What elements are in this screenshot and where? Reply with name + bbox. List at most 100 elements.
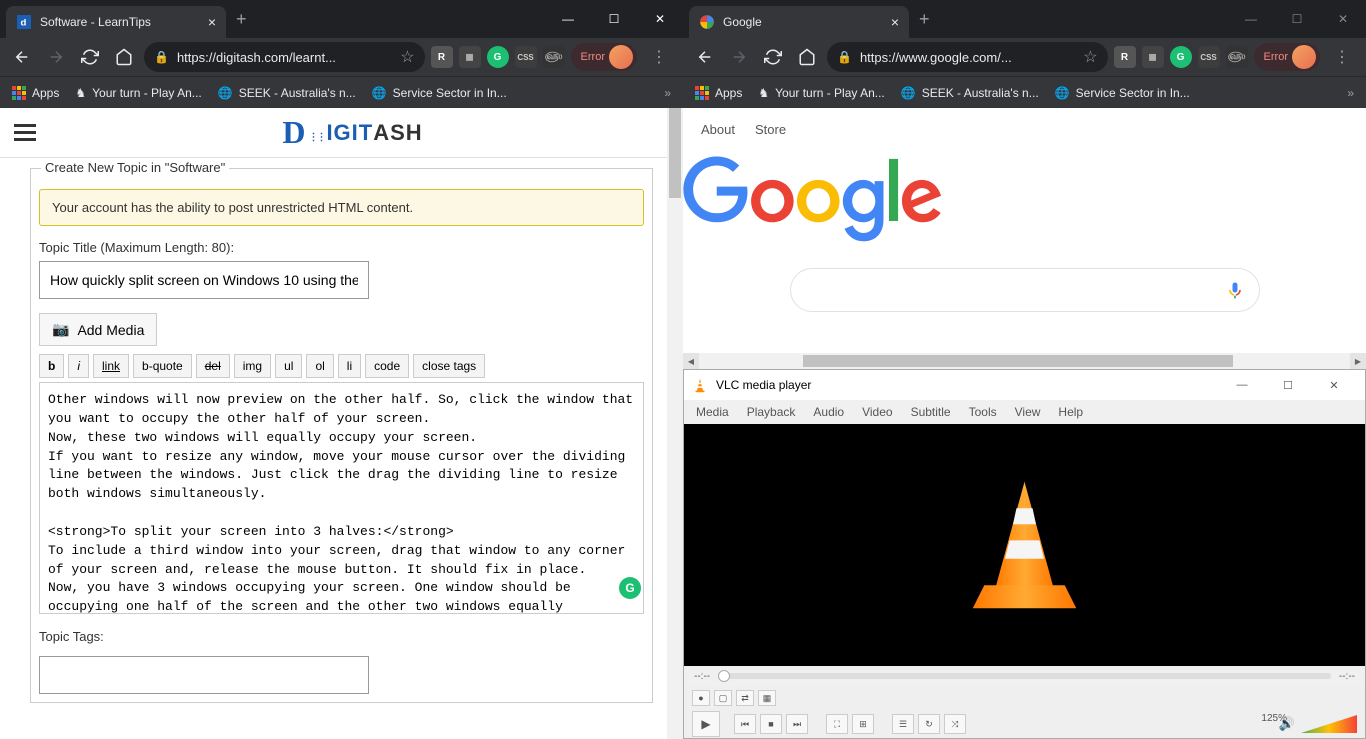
- back-button[interactable]: [691, 43, 719, 71]
- google-search-box[interactable]: [790, 268, 1260, 312]
- loop-button[interactable]: ↻: [918, 714, 940, 734]
- qt-li[interactable]: li: [338, 354, 361, 378]
- bookmark-item-1[interactable]: ♞Your turn - Play An...: [75, 86, 201, 100]
- qt-del[interactable]: del: [196, 354, 230, 378]
- google-about-link[interactable]: About: [701, 122, 735, 137]
- grammarly-badge-icon[interactable]: G: [619, 577, 641, 599]
- chrome-menu-button[interactable]: ⋮: [1326, 47, 1358, 67]
- home-button[interactable]: [793, 43, 821, 71]
- grammarly-icon[interactable]: G: [487, 46, 509, 68]
- qt-bquote[interactable]: b-quote: [133, 354, 192, 378]
- menu-video[interactable]: Video: [862, 405, 892, 419]
- scrollbar-thumb[interactable]: [669, 108, 681, 198]
- bookmark-star-icon[interactable]: ☆: [400, 47, 414, 67]
- bookmark-apps[interactable]: Apps: [695, 86, 742, 100]
- qt-code[interactable]: code: [365, 354, 409, 378]
- chrome-menu-button[interactable]: ⋮: [643, 47, 675, 67]
- fullscreen-button[interactable]: ⛶: [826, 714, 848, 734]
- minimize-button[interactable]: —: [545, 3, 591, 35]
- mic-icon[interactable]: [1225, 278, 1245, 302]
- prev-button[interactable]: ⏮: [734, 714, 756, 734]
- home-button[interactable]: [110, 43, 138, 71]
- close-button[interactable]: ✕: [1311, 371, 1357, 399]
- maximize-button[interactable]: ☐: [1265, 371, 1311, 399]
- minimize-button[interactable]: —: [1228, 3, 1274, 35]
- reload-button[interactable]: [759, 43, 787, 71]
- browser-tab[interactable]: d Software - LearnTips ×: [6, 6, 226, 38]
- qt-ol[interactable]: ol: [306, 354, 333, 378]
- menu-playback[interactable]: Playback: [747, 405, 796, 419]
- forward-button[interactable]: [725, 43, 753, 71]
- bookmark-item-2[interactable]: 🌐SEEK - Australia's n...: [901, 86, 1039, 100]
- extension-icon-1[interactable]: R: [431, 46, 453, 68]
- close-button[interactable]: ✕: [637, 3, 683, 35]
- snapshot-button[interactable]: ▢: [714, 690, 732, 706]
- scroll-left-button[interactable]: ◀: [683, 353, 699, 369]
- bookmark-item-3[interactable]: 🌐Service Sector in In...: [1055, 86, 1190, 100]
- topic-tags-input[interactable]: [39, 656, 369, 694]
- extension-icon-3[interactable]: CSS: [1198, 46, 1220, 68]
- menu-audio[interactable]: Audio: [813, 405, 844, 419]
- maximize-button[interactable]: ☐: [1274, 3, 1320, 35]
- bookmarks-overflow-icon[interactable]: »: [664, 86, 671, 100]
- menu-view[interactable]: View: [1015, 405, 1041, 419]
- maximize-button[interactable]: ☐: [591, 3, 637, 35]
- content-editor[interactable]: [39, 382, 644, 614]
- bookmark-star-icon[interactable]: ☆: [1083, 47, 1097, 67]
- extension-icon-1[interactable]: R: [1114, 46, 1136, 68]
- reload-button[interactable]: [76, 43, 104, 71]
- address-bar[interactable]: 🔒 https://digitash.com/learnt... ☆: [144, 42, 425, 72]
- stop-button[interactable]: ■: [760, 714, 782, 734]
- shuffle-button[interactable]: ⤨: [944, 714, 966, 734]
- menu-tools[interactable]: Tools: [969, 405, 997, 419]
- extension-icon-4[interactable]: ௵: [543, 46, 565, 68]
- extension-icon-2[interactable]: ◼: [459, 46, 481, 68]
- tab-close-icon[interactable]: ×: [891, 14, 899, 30]
- seek-track[interactable]: [718, 673, 1331, 679]
- new-tab-button[interactable]: +: [909, 9, 940, 30]
- bookmark-item-1[interactable]: ♞Your turn - Play An...: [758, 86, 884, 100]
- menu-hamburger-icon[interactable]: [14, 120, 36, 145]
- frame-button[interactable]: ▦: [758, 690, 776, 706]
- playlist-button[interactable]: ☰: [892, 714, 914, 734]
- qt-bold[interactable]: b: [39, 354, 64, 378]
- qt-italic[interactable]: i: [68, 354, 89, 378]
- qt-ul[interactable]: ul: [275, 354, 302, 378]
- tab-close-icon[interactable]: ×: [208, 14, 216, 30]
- menu-subtitle[interactable]: Subtitle: [911, 405, 951, 419]
- google-store-link[interactable]: Store: [755, 122, 786, 137]
- topic-title-input[interactable]: [39, 261, 369, 299]
- page-scrollbar[interactable]: [667, 108, 683, 739]
- horizontal-scrollbar[interactable]: ◀ ▶: [683, 353, 1366, 369]
- extended-button[interactable]: ⊞: [852, 714, 874, 734]
- add-media-button[interactable]: 📷 Add Media: [39, 313, 157, 346]
- extension-icon-4[interactable]: ௵: [1226, 46, 1248, 68]
- scroll-right-button[interactable]: ▶: [1350, 353, 1366, 369]
- extension-icon-2[interactable]: ◼: [1142, 46, 1164, 68]
- forward-button[interactable]: [42, 43, 70, 71]
- seek-knob[interactable]: [718, 670, 730, 682]
- address-bar[interactable]: 🔒 https://www.google.com/... ☆: [827, 42, 1108, 72]
- bookmarks-overflow-icon[interactable]: »: [1347, 86, 1354, 100]
- browser-tab[interactable]: Google ×: [689, 6, 909, 38]
- bookmark-apps[interactable]: Apps: [12, 86, 59, 100]
- bookmark-item-3[interactable]: 🌐Service Sector in In...: [372, 86, 507, 100]
- volume-slider[interactable]: [1301, 715, 1357, 733]
- bookmark-item-2[interactable]: 🌐SEEK - Australia's n...: [218, 86, 356, 100]
- sync-error-badge[interactable]: Error: [571, 43, 637, 71]
- qt-img[interactable]: img: [234, 354, 271, 378]
- minimize-button[interactable]: —: [1219, 371, 1265, 399]
- new-tab-button[interactable]: +: [226, 9, 257, 30]
- grammarly-icon[interactable]: G: [1170, 46, 1192, 68]
- back-button[interactable]: [8, 43, 36, 71]
- next-button[interactable]: ⏭: [786, 714, 808, 734]
- qt-link[interactable]: link: [93, 354, 129, 378]
- scrollbar-thumb[interactable]: [803, 355, 1233, 367]
- qt-close[interactable]: close tags: [413, 354, 485, 378]
- atob-button[interactable]: ⇄: [736, 690, 754, 706]
- menu-media[interactable]: Media: [696, 405, 729, 419]
- sync-error-badge[interactable]: Error: [1254, 43, 1320, 71]
- menu-help[interactable]: Help: [1058, 405, 1083, 419]
- close-button[interactable]: ✕: [1320, 3, 1366, 35]
- extension-icon-3[interactable]: CSS: [515, 46, 537, 68]
